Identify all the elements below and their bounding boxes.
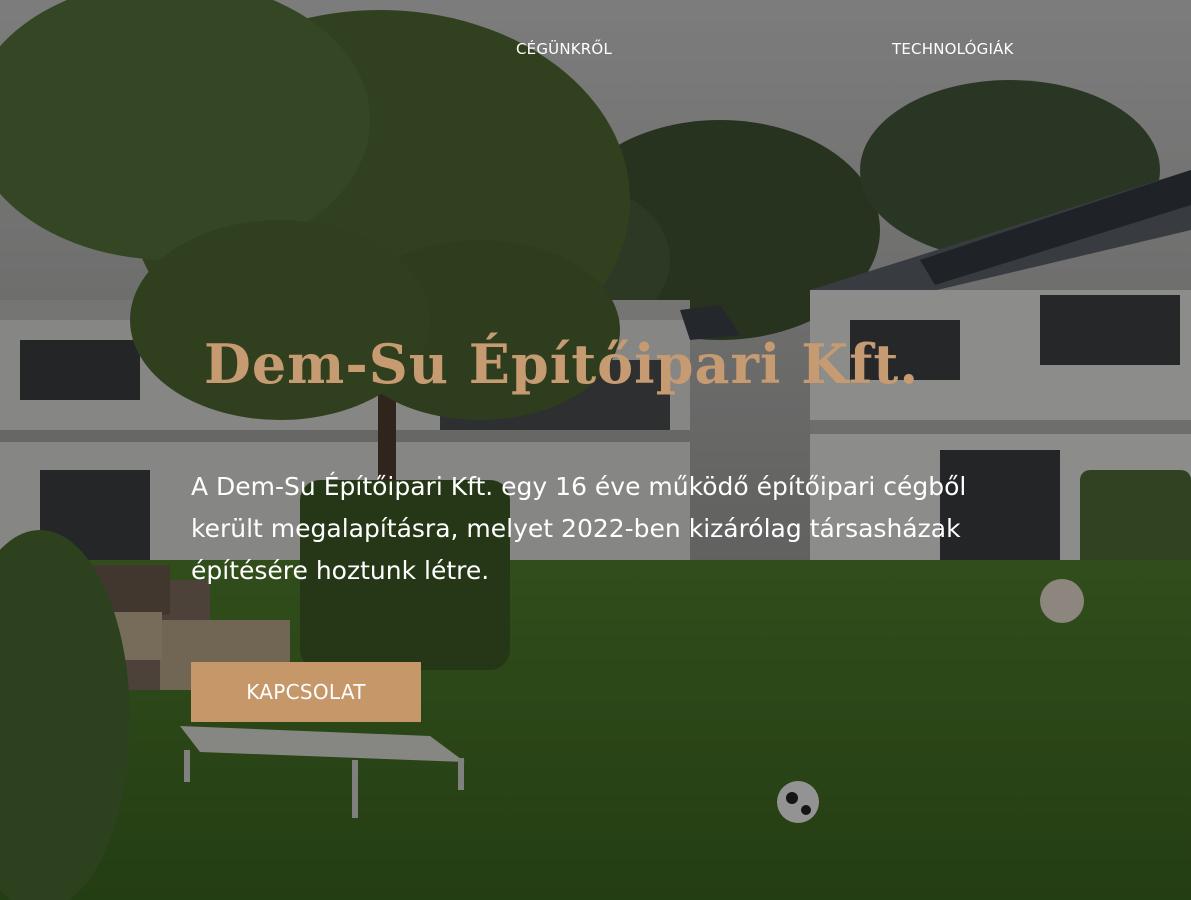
contact-button[interactable]: KAPCSOLAT xyxy=(191,662,421,722)
page-title: Dem-Su Építőipari Kft. xyxy=(204,332,920,396)
hero-section xyxy=(0,0,1191,900)
nav-link-technologies[interactable]: TECHNOLÓGIÁK xyxy=(892,40,1014,58)
hero-description: A Dem-Su Építőipari Kft. egy 16 éve műkö… xyxy=(191,472,967,585)
nav-link-about[interactable]: CÉGÜNKRŐL xyxy=(516,40,612,58)
hero-dark-overlay xyxy=(0,0,1191,900)
